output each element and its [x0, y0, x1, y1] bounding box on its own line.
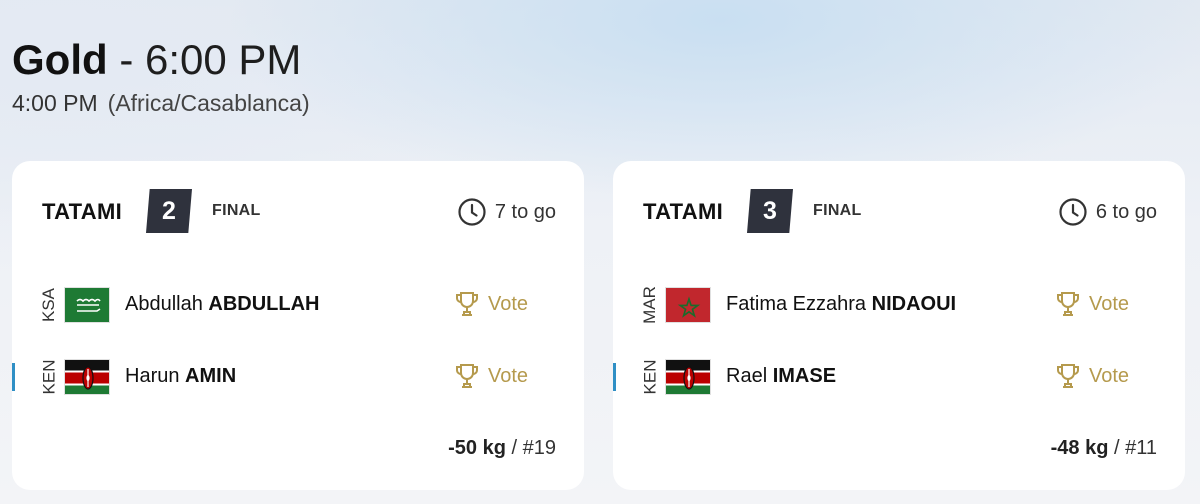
vote-label: Vote [488, 364, 529, 387]
timezone-label: (Africa/Casablanca) [107, 90, 310, 116]
athlete-row: KSA Abdullah ABDULLAH Vote [12, 280, 584, 330]
vote-label: Vote [1089, 364, 1130, 387]
vote-button[interactable]: Vote [454, 362, 528, 390]
local-time: 4:00 PM [12, 90, 98, 116]
trophy-icon [455, 364, 479, 388]
country-code: MAR [640, 286, 659, 324]
session-header: Gold - 6:00 PM 4:00 PM (Africa/Casablanca… [12, 36, 310, 117]
title-separator: - [107, 36, 145, 83]
vote-button[interactable]: Vote [1055, 362, 1129, 390]
session-time: 6:00 PM [144, 36, 302, 83]
flag-saudi-arabia-icon [64, 287, 110, 323]
vote-button[interactable]: Vote [1055, 290, 1129, 318]
athlete-name: Fatima Ezzahra NIDAOUI [726, 293, 957, 315]
trophy-icon [1056, 292, 1080, 316]
to-go-text: 7 to go [494, 200, 556, 223]
athlete-row: MAR Fatima Ezzahra NIDAOUI Vote [613, 280, 1185, 330]
match-card[interactable]: TATAMI 2 FINAL 7 to go KSA Abdullah ABDU… [12, 161, 584, 490]
card-header: TATAMI 2 FINAL 7 to go [42, 189, 556, 233]
tatami-number-badge: 2 [146, 189, 192, 233]
athlete-row: KEN Rael IMASE Vote [613, 352, 1185, 402]
round-label: FINAL [212, 202, 261, 219]
athlete-name: Rael IMASE [726, 365, 837, 387]
athlete-name: Harun AMIN [125, 365, 237, 387]
tatami-number-badge: 3 [747, 189, 793, 233]
vote-label: Vote [488, 292, 529, 315]
match-number: #11 [1125, 437, 1157, 459]
country-code: KSA [39, 287, 58, 323]
selected-marker [12, 363, 15, 391]
country-code: KEN [640, 359, 659, 395]
flag-kenya-icon [64, 359, 110, 395]
to-go-text: 6 to go [1095, 200, 1157, 223]
medal-label: Gold [12, 36, 108, 83]
vote-button[interactable]: Vote [454, 290, 528, 318]
flag-kenya-icon [665, 359, 711, 395]
country-code: KEN [39, 359, 58, 395]
tatami-label: TATAMI [643, 199, 723, 224]
weight-category: -50 kg / #19 [448, 437, 556, 459]
flag-morocco-icon [665, 287, 711, 323]
match-number: #19 [522, 437, 556, 459]
match-card[interactable]: TATAMI 3 FINAL 6 to go MAR Fatima Ezzahr… [613, 161, 1185, 490]
tatami-label: TATAMI [42, 199, 122, 224]
matches-to-go: 6 to go [1058, 197, 1157, 227]
matches-to-go: 7 to go [457, 197, 556, 227]
clock-icon [1059, 198, 1087, 226]
selected-marker [613, 363, 616, 391]
round-label: FINAL [813, 202, 862, 219]
card-header: TATAMI 3 FINAL 6 to go [643, 189, 1157, 233]
trophy-icon [1056, 364, 1080, 388]
athlete-name: Abdullah ABDULLAH [125, 293, 320, 315]
weight-category: -48 kg / #11 [1050, 437, 1157, 459]
vote-label: Vote [1089, 292, 1130, 315]
session-title: Gold - 6:00 PM [12, 36, 310, 84]
trophy-icon [455, 292, 479, 316]
clock-icon [458, 198, 486, 226]
local-time-line: 4:00 PM (Africa/Casablanca) [12, 90, 310, 117]
athlete-row: KEN Harun AMIN Vote [12, 352, 584, 402]
